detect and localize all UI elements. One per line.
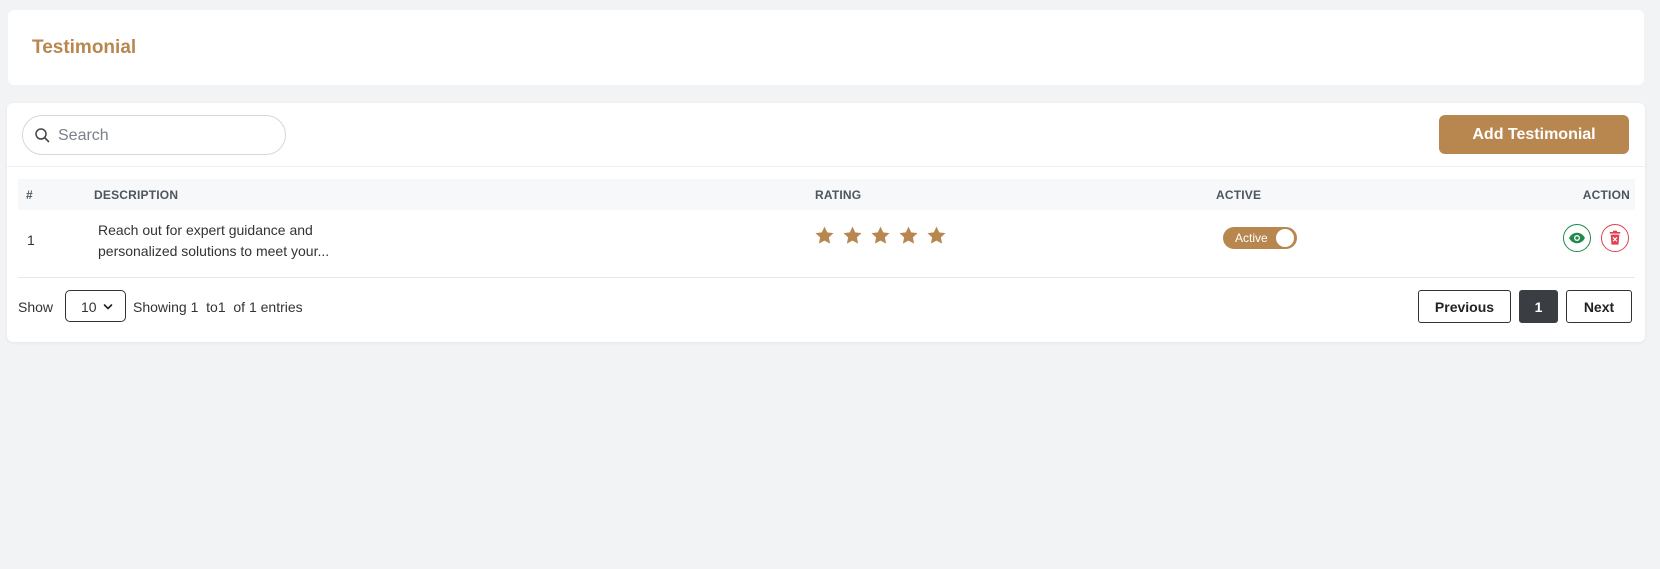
description-line: Reach out for expert guidance and bbox=[98, 222, 313, 238]
row-description: Reach out for expert guidance and person… bbox=[98, 220, 358, 262]
trash-icon bbox=[1609, 230, 1621, 245]
column-header-rating: RATING bbox=[815, 187, 862, 202]
page-size-value: 10 bbox=[81, 299, 97, 315]
column-header-action: ACTION bbox=[1582, 187, 1630, 202]
chevron-down-icon bbox=[103, 304, 113, 310]
page-title: Testimonial bbox=[32, 37, 137, 58]
description-line: personalized solutions to meet your... bbox=[98, 243, 330, 259]
divider bbox=[7, 166, 1645, 167]
delete-button[interactable] bbox=[1601, 224, 1629, 252]
header-card: Testimonial bbox=[8, 10, 1644, 85]
table-row: 1 Reach out for expert guidance and pers… bbox=[18, 210, 1635, 270]
table-header: # DESCRIPTION RATING ACTIVE ACTION bbox=[18, 179, 1635, 210]
search-input[interactable] bbox=[56, 124, 280, 148]
previous-page-button[interactable]: Previous bbox=[1418, 290, 1511, 323]
add-testimonial-button[interactable]: Add Testimonial bbox=[1439, 115, 1629, 154]
view-button[interactable] bbox=[1563, 224, 1591, 252]
active-toggle[interactable]: Active bbox=[1223, 227, 1297, 249]
page-size-select[interactable]: 10 bbox=[65, 290, 126, 322]
show-label: Show bbox=[18, 299, 54, 315]
entries-info: Showing 1 to1 of 1 entries bbox=[133, 299, 303, 315]
column-header-active: ACTIVE bbox=[1216, 187, 1262, 202]
next-page-button[interactable]: Next bbox=[1566, 290, 1632, 323]
testimonial-table-card: Add Testimonial # DESCRIPTION RATING ACT… bbox=[7, 103, 1645, 342]
column-header-description: DESCRIPTION bbox=[94, 187, 179, 202]
star-icon bbox=[843, 226, 862, 244]
search-icon bbox=[35, 128, 50, 143]
active-toggle-label: Active bbox=[1235, 231, 1268, 245]
star-icon bbox=[927, 226, 946, 244]
toggle-knob bbox=[1276, 229, 1294, 247]
search-box[interactable] bbox=[22, 115, 286, 155]
row-number: 1 bbox=[27, 232, 35, 248]
star-icon bbox=[899, 226, 918, 244]
divider bbox=[18, 277, 1635, 278]
star-icon bbox=[815, 226, 834, 244]
column-header-number: # bbox=[26, 187, 33, 202]
star-icon bbox=[871, 226, 890, 244]
eye-icon bbox=[1569, 232, 1585, 244]
page-1-button[interactable]: 1 bbox=[1519, 290, 1558, 323]
rating-stars bbox=[814, 225, 947, 246]
